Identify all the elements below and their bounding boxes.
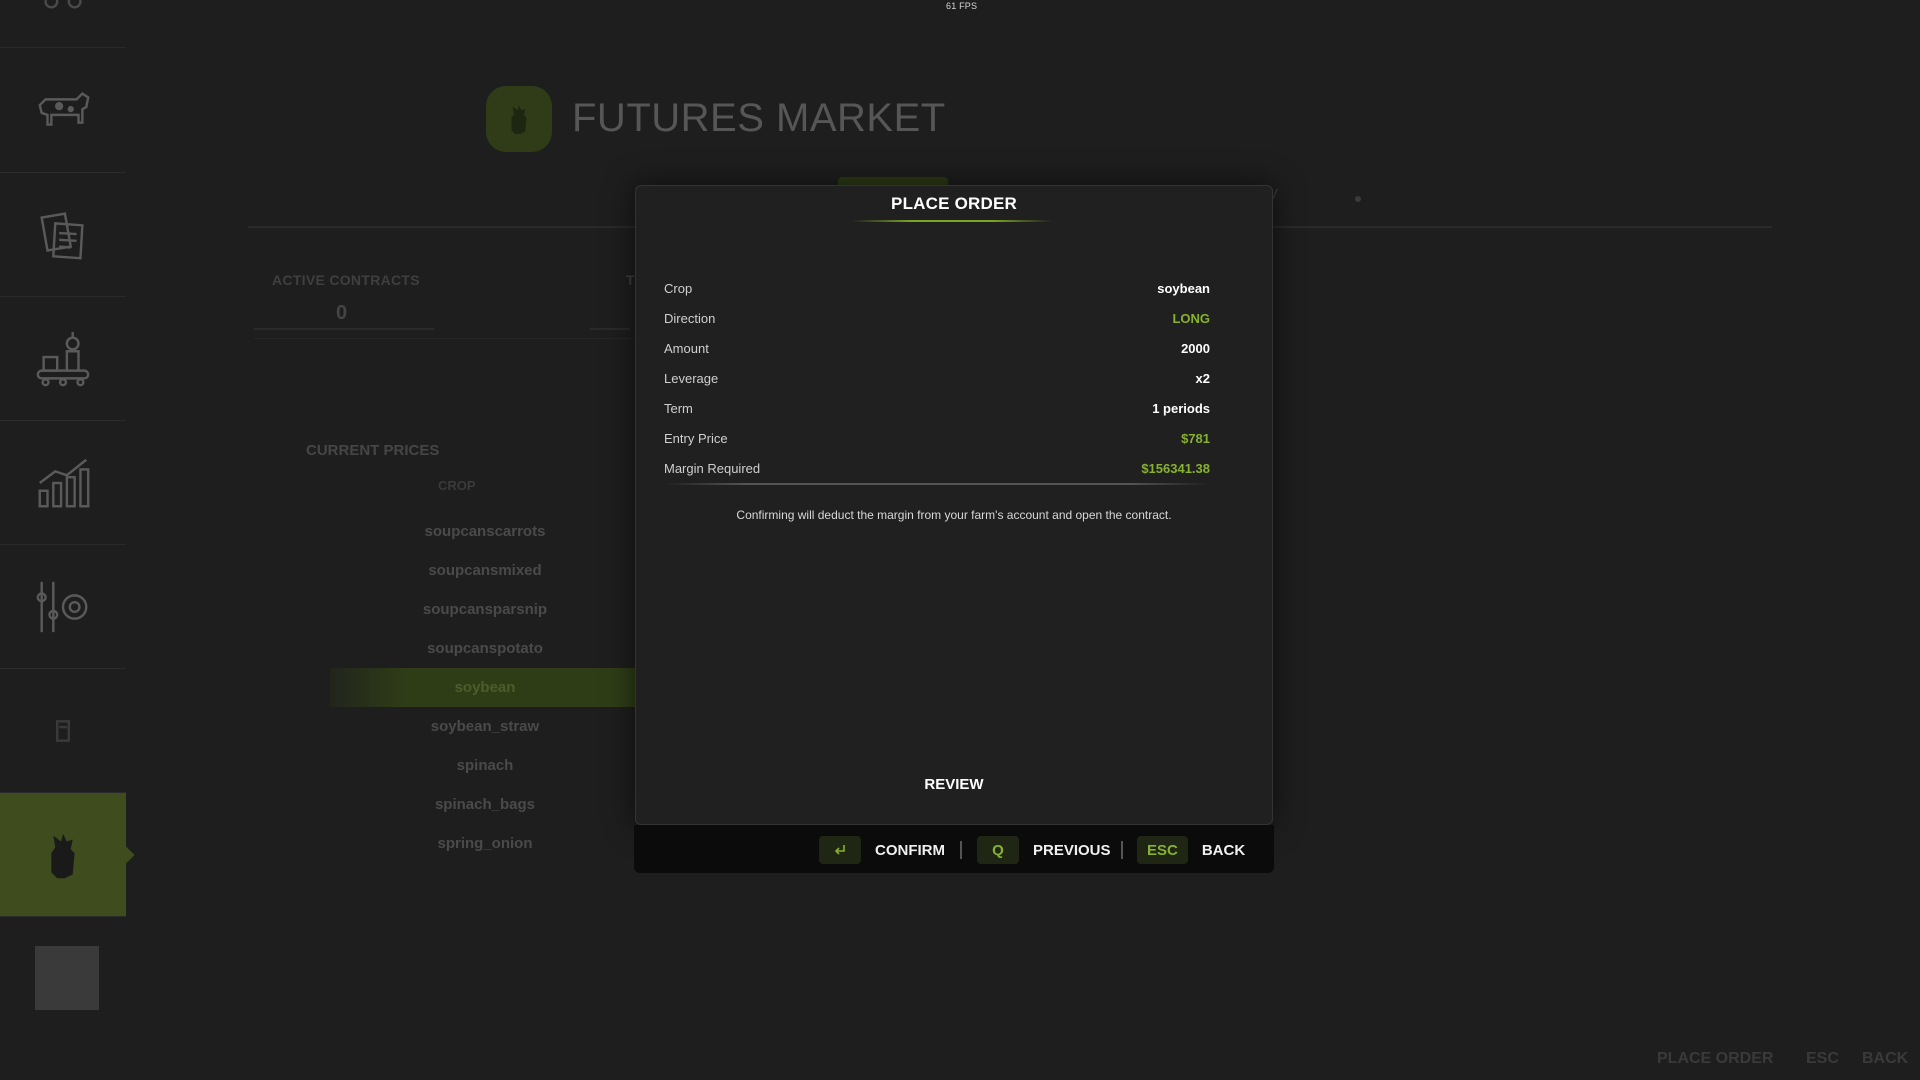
row-label: Direction	[664, 310, 716, 326]
confirm-button[interactable]: CONFIRM	[819, 836, 945, 864]
crop-icon	[511, 105, 527, 134]
active-tab-highlight	[838, 177, 948, 185]
title-underline	[852, 220, 1052, 222]
sidebar-item-settings[interactable]	[0, 545, 126, 669]
row-label: Entry Price	[664, 430, 728, 446]
order-summary: Crop soybean Direction LONG Amount 2000 …	[664, 273, 1210, 483]
row-label: Leverage	[664, 370, 719, 386]
review-label: REVIEW	[924, 776, 984, 793]
row-label: Margin Required	[664, 460, 761, 476]
crop-row[interactable]: soupcanspotato	[330, 629, 640, 668]
crop-row[interactable]: soupcansparsnip	[330, 590, 640, 629]
q-key-badge: Q	[977, 836, 1019, 864]
dialog-footer: CONFIRM Q PREVIOUS ESC BACK	[634, 825, 1274, 873]
futures-market-icon	[51, 833, 75, 878]
row-value: 1 periods	[1152, 400, 1210, 416]
active-contracts-label: ACTIVE CONTRACTS	[272, 272, 420, 288]
row-value: LONG	[1172, 310, 1210, 326]
order-row-margin-required: Margin Required $156341.38	[664, 453, 1210, 483]
crop-row[interactable]: spring_onion	[330, 824, 640, 863]
sidebar-item-contracts[interactable]	[0, 173, 126, 297]
esc-key-hint[interactable]: ESC	[1806, 1050, 1839, 1068]
place-order-hint[interactable]: PLACE ORDER	[1657, 1050, 1773, 1068]
sidebar-item-vehicles[interactable]	[0, 0, 126, 48]
order-row-amount: Amount 2000	[664, 333, 1210, 363]
row-label: Term	[664, 400, 693, 416]
row-value: x2	[1195, 370, 1210, 386]
summary-divider	[664, 483, 1210, 485]
footer-separator	[960, 841, 962, 859]
crop-row[interactable]: soupcansmixed	[330, 551, 640, 590]
order-row-entry-price: Entry Price $781	[664, 423, 1210, 453]
tractor-icon	[44, 0, 82, 9]
order-row-leverage: Leverage x2	[664, 363, 1210, 393]
crop-row[interactable]: soybean_straw	[330, 707, 640, 746]
sidebar	[0, 0, 135, 1080]
active-contracts-value: 0	[336, 302, 348, 324]
crop-row-selected[interactable]: soybean	[330, 668, 640, 707]
crop-row[interactable]: spinach_bags	[330, 785, 640, 824]
crop-column-header: CROP	[438, 478, 476, 493]
sidebar-item-futures-market[interactable]	[0, 793, 135, 917]
footer-separator	[1121, 841, 1123, 859]
order-row-direction: Direction LONG	[664, 303, 1210, 333]
enter-icon	[834, 845, 845, 855]
crop-row[interactable]: spinach	[330, 746, 640, 785]
previous-label: PREVIOUS	[1033, 841, 1111, 859]
esc-key-badge: ESC	[1137, 836, 1188, 864]
row-value: 2000	[1181, 340, 1210, 356]
production-icon	[36, 331, 90, 386]
order-row-crop: Crop soybean	[664, 273, 1210, 303]
crop-row[interactable]: soupcanscarrots	[330, 512, 640, 551]
crop-list: soupcanscarrots soupcansmixed soupcanspa…	[330, 512, 640, 863]
current-prices-title: CURRENT PRICES	[306, 442, 440, 459]
futures-market-logo	[486, 86, 552, 152]
cow-icon	[38, 91, 90, 126]
confirmation-note: Confirming will deduct the margin from y…	[736, 508, 1172, 522]
back-button[interactable]: ESC BACK	[1137, 836, 1245, 864]
page-title: FUTURES MARKET	[572, 96, 946, 140]
sidebar-item-animals[interactable]	[0, 49, 126, 173]
row-value: $781	[1181, 430, 1210, 446]
back-hint[interactable]: BACK	[1862, 1050, 1908, 1068]
tab-next-dot[interactable]	[1355, 196, 1361, 202]
row-value: $156341.38	[1141, 460, 1210, 476]
sidebar-item-storage[interactable]	[0, 669, 126, 793]
dialog-title: PLACE ORDER	[891, 194, 1017, 213]
row-label: Amount	[664, 340, 709, 356]
second-stat-label: T	[626, 272, 635, 288]
enter-key-badge	[819, 836, 861, 864]
contracts-icon	[40, 211, 84, 260]
fps-counter: 61 FPS	[946, 1, 978, 11]
sidebar-item-production[interactable]	[0, 297, 126, 421]
row-label: Crop	[664, 280, 693, 296]
game-screen: 61 FPS FUTURES MARKET V ACTIVE CONTRACTS…	[0, 0, 1920, 1080]
sidebar-item-statistics[interactable]	[0, 421, 126, 545]
avatar[interactable]	[35, 946, 99, 1010]
order-row-term: Term 1 periods	[664, 393, 1210, 423]
settings-icon	[36, 581, 88, 632]
back-label: BACK	[1201, 841, 1246, 859]
stat-underline	[254, 328, 434, 330]
row-value: soybean	[1157, 280, 1210, 296]
statistics-icon	[38, 458, 90, 507]
grain-bag-icon	[55, 719, 71, 742]
previous-button[interactable]: Q PREVIOUS	[977, 836, 1111, 864]
confirm-label: CONFIRM	[875, 841, 945, 859]
stat-underline	[590, 328, 630, 330]
stats-divider	[254, 338, 634, 339]
active-indicator	[117, 846, 135, 863]
place-order-dialog: PLACE ORDER Crop soybean Direction LONG …	[635, 185, 1273, 825]
